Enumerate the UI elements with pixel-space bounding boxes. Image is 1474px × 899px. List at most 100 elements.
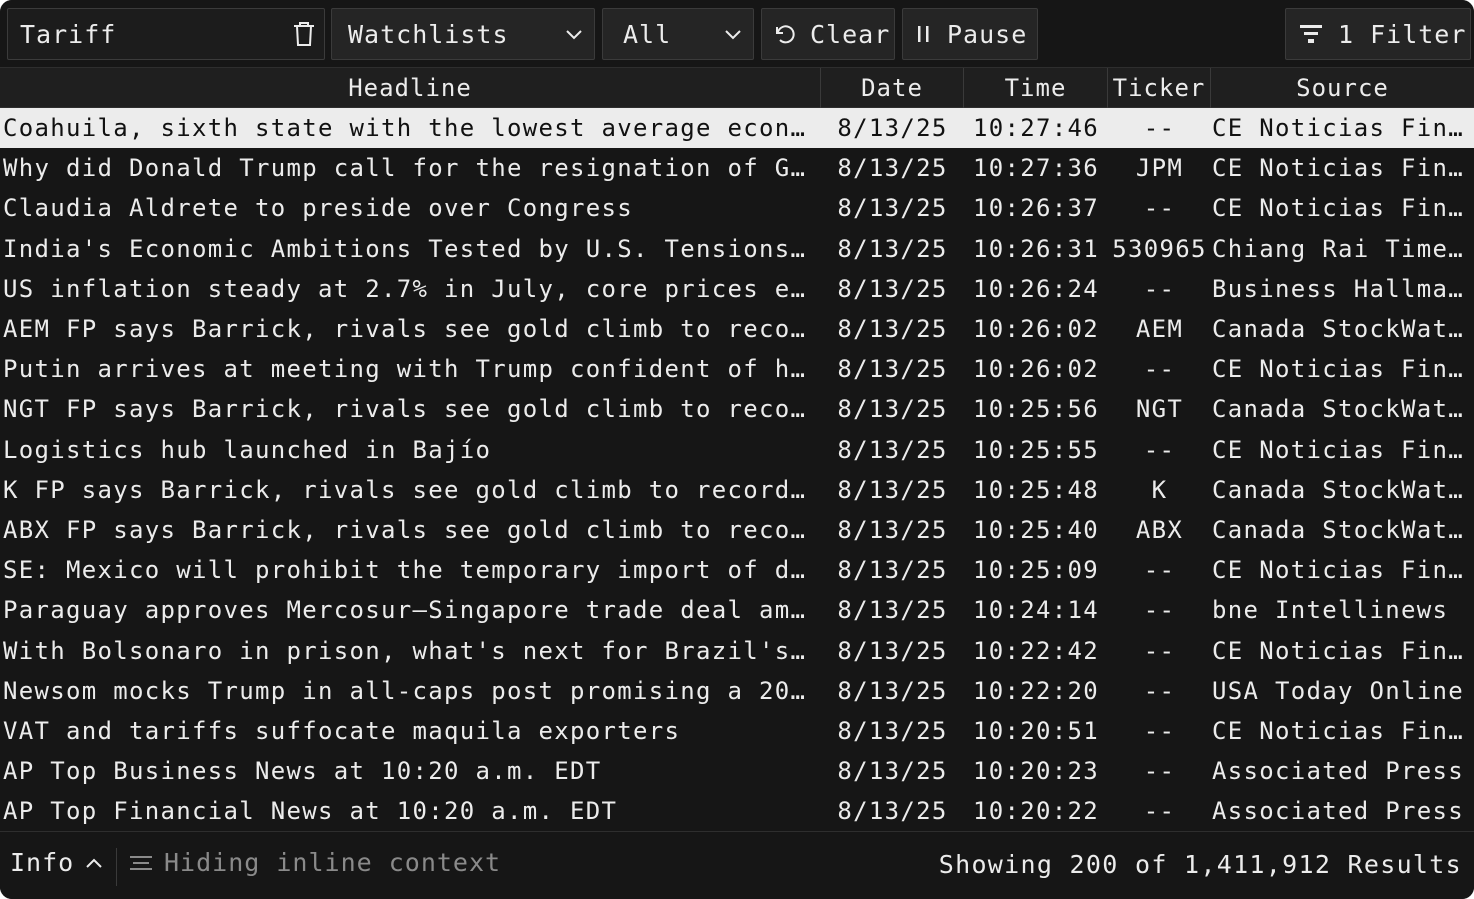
table-row[interactable]: VAT and tariffs suffocate maquila export…	[0, 711, 1474, 751]
cell-source: bne Intellinews	[1212, 596, 1449, 625]
cell-source: Associated Press	[1212, 797, 1464, 826]
column-header-ticker[interactable]: Ticker	[1108, 68, 1211, 108]
search-value[interactable]: Tariff	[20, 20, 116, 49]
cell-source: CE Noticias Financieras	[1212, 355, 1470, 384]
undo-icon	[776, 25, 795, 44]
cell-ticker: AEM	[1135, 315, 1184, 343]
cell-time: 10:27:36	[973, 154, 1099, 183]
cell-source: CE Noticias Financieras	[1212, 636, 1470, 665]
context-label: Hiding inline context	[164, 848, 502, 877]
table-row[interactable]: Coahuila, sixth state with the lowest av…	[0, 108, 1474, 148]
cell-headline: Claudia Aldrete to preside over Congress	[3, 194, 633, 223]
cell-date: 8/13/25	[837, 676, 948, 705]
cell-date: 8/13/25	[837, 596, 948, 625]
pause-icon	[918, 26, 929, 42]
cell-time: 10:25:09	[973, 556, 1099, 585]
table-row[interactable]: Newsom mocks Trump in all-caps post prom…	[0, 671, 1474, 711]
cell-date: 8/13/25	[837, 757, 948, 786]
cell-source: Canada StockWatch	[1212, 315, 1470, 343]
column-header-source[interactable]: Source	[1211, 68, 1474, 108]
cell-ticker: JPM	[1135, 154, 1184, 183]
cell-headline: India's Economic Ambitions Tested by U.S…	[3, 234, 820, 263]
table-row[interactable]: Claudia Aldrete to preside over Congress…	[0, 188, 1474, 228]
cell-ticker: --	[1143, 274, 1176, 303]
table-row[interactable]: SE: Mexico will prohibit the temporary i…	[0, 550, 1474, 590]
cell-ticker: K	[1151, 475, 1168, 504]
cell-headline: Logistics hub launched in Bajío	[3, 435, 492, 464]
table-row[interactable]: With Bolsonaro in prison, what's next fo…	[0, 631, 1474, 671]
cell-headline: AP Top Financial News at 10:20 a.m. EDT	[3, 797, 618, 826]
cell-headline: Why did Donald Trump call for the resign…	[3, 154, 820, 183]
cell-time: 10:25:56	[973, 395, 1099, 424]
pause-button[interactable]: Pause	[902, 8, 1038, 60]
results-count: Showing 200 of 1,411,912 Results	[938, 850, 1462, 879]
table-row[interactable]: NGT FP says Barrick, rivals see gold cli…	[0, 389, 1474, 429]
table-row[interactable]: ABX FP says Barrick, rivals see gold cli…	[0, 510, 1474, 550]
table-header: Headline Date Time Ticker Source	[0, 67, 1474, 108]
cell-source: CE Noticias Financieras	[1212, 154, 1470, 183]
table-row[interactable]: Paraguay approves Mercosur–Singapore tra…	[0, 590, 1474, 630]
table-row[interactable]: K FP says Barrick, rivals see gold climb…	[0, 470, 1474, 510]
cell-time: 10:26:37	[973, 194, 1099, 223]
trash-icon[interactable]	[292, 21, 316, 47]
search-input[interactable]: Tariff	[7, 8, 325, 60]
cell-source: Chiang Rai Times News	[1212, 234, 1470, 263]
news-table-body: Coahuila, sixth state with the lowest av…	[0, 108, 1474, 830]
cell-source: CE Noticias Financieras	[1212, 114, 1470, 142]
filter-button[interactable]: 1 Filter	[1285, 8, 1471, 60]
news-feed-window: Tariff Watchlists All Clear Pause 1 Filt…	[0, 0, 1474, 899]
watchlists-dropdown[interactable]: Watchlists	[331, 8, 595, 60]
cell-headline: Coahuila, sixth state with the lowest av…	[3, 114, 820, 142]
table-row[interactable]: Why did Donald Trump call for the resign…	[0, 148, 1474, 188]
cell-date: 8/13/25	[837, 114, 948, 142]
inline-context-toggle[interactable]: Hiding inline context	[128, 848, 501, 877]
filter-icon	[1300, 25, 1322, 43]
table-row[interactable]: India's Economic Ambitions Tested by U.S…	[0, 229, 1474, 269]
cell-time: 10:26:31	[973, 234, 1099, 263]
cell-ticker: --	[1143, 636, 1176, 665]
chevron-down-icon	[725, 30, 741, 40]
table-row[interactable]: Putin arrives at meeting with Trump conf…	[0, 349, 1474, 389]
cell-headline: Paraguay approves Mercosur–Singapore tra…	[3, 596, 820, 625]
cell-time: 10:20:23	[973, 757, 1099, 786]
cell-date: 8/13/25	[837, 395, 948, 424]
table-row[interactable]: AEM FP says Barrick, rivals see gold cli…	[0, 309, 1474, 349]
cell-source: CE Noticias Financieras	[1212, 435, 1470, 464]
cell-headline: Newsom mocks Trump in all-caps post prom…	[3, 676, 820, 705]
cell-time: 10:20:22	[973, 797, 1099, 826]
cell-ticker: --	[1143, 556, 1176, 585]
clear-label: Clear	[810, 19, 891, 49]
cell-headline: NGT FP says Barrick, rivals see gold cli…	[3, 395, 820, 424]
info-toggle[interactable]: Info	[10, 848, 104, 877]
cell-source: Canada StockWatch	[1212, 475, 1470, 504]
all-label: All	[623, 19, 672, 49]
column-header-date[interactable]: Date	[821, 68, 964, 108]
table-row[interactable]: Logistics hub launched in Bajío 8/13/25 10…	[0, 430, 1474, 470]
cell-ticker: --	[1143, 596, 1176, 625]
cell-date: 8/13/25	[837, 435, 948, 464]
table-row[interactable]: US inflation steady at 2.7% in July, cor…	[0, 269, 1474, 309]
cell-date: 8/13/25	[837, 475, 948, 504]
filter-label: 1 Filter	[1338, 19, 1467, 49]
cell-ticker: --	[1143, 435, 1176, 464]
cell-headline: VAT and tariffs suffocate maquila export…	[3, 717, 681, 745]
cell-date: 8/13/25	[837, 717, 948, 745]
all-dropdown[interactable]: All	[602, 8, 754, 60]
cell-ticker: --	[1143, 194, 1176, 223]
cell-ticker: --	[1143, 717, 1176, 745]
cell-headline: Putin arrives at meeting with Trump conf…	[3, 355, 820, 384]
info-label: Info	[10, 848, 75, 877]
cell-source: Canada StockWatch	[1212, 395, 1470, 424]
pause-label: Pause	[947, 19, 1028, 49]
cell-ticker: --	[1143, 797, 1176, 826]
context-lines-icon	[130, 855, 152, 870]
cell-ticker: --	[1143, 355, 1176, 384]
cell-source: CE Noticias Financieras	[1212, 717, 1470, 745]
table-row[interactable]: AP Top Business News at 10:20 a.m. EDT 8/…	[0, 751, 1474, 791]
column-header-time[interactable]: Time	[964, 68, 1108, 108]
table-row[interactable]: AP Top Financial News at 10:20 a.m. EDT 8…	[0, 791, 1474, 830]
clear-button[interactable]: Clear	[761, 8, 895, 60]
cell-date: 8/13/25	[837, 355, 948, 384]
column-header-headline[interactable]: Headline	[0, 68, 821, 108]
cell-time: 10:26:24	[973, 274, 1099, 303]
